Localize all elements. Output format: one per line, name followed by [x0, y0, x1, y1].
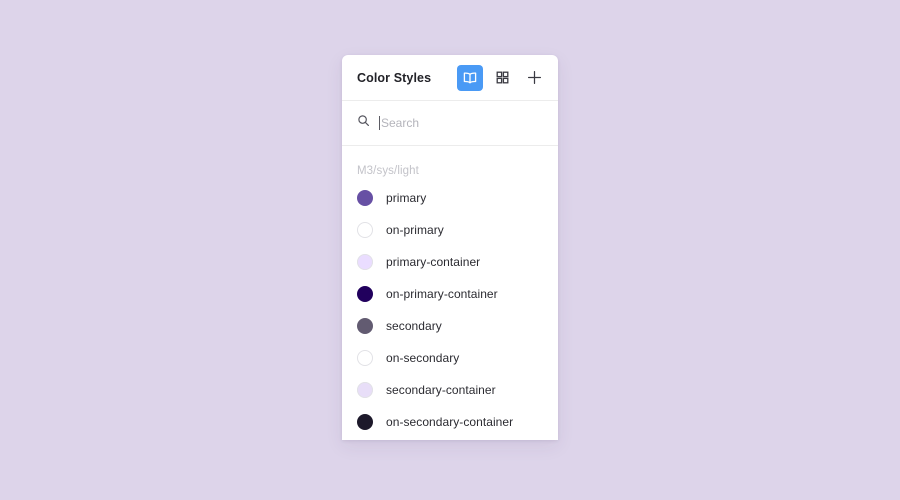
color-swatch — [357, 222, 373, 238]
color-swatch — [357, 382, 373, 398]
list-view-button[interactable] — [457, 64, 483, 91]
color-styles-panel: Color Styles Search M3/sys/light primary… — [342, 55, 558, 440]
list-item[interactable]: secondary — [342, 310, 558, 342]
list-item[interactable]: secondary-container — [342, 374, 558, 406]
list-item-label: on-primary-container — [386, 287, 498, 301]
list-item[interactable]: on-primary — [342, 214, 558, 246]
list-item-label: primary-container — [386, 255, 481, 269]
list-item[interactable]: on-secondary-container — [342, 406, 558, 438]
list-item-label: on-secondary-container — [386, 415, 514, 429]
list-item-label: primary — [386, 191, 427, 205]
page-title: Color Styles — [357, 70, 432, 85]
color-swatch — [357, 318, 373, 334]
color-swatch — [357, 254, 373, 270]
book-icon — [462, 70, 478, 86]
color-swatch — [357, 350, 373, 366]
grid-view-button[interactable] — [489, 65, 515, 91]
search-icon — [357, 114, 370, 132]
list-item-label: secondary-container — [386, 383, 496, 397]
list-item-label: on-primary — [386, 223, 444, 237]
color-swatch — [357, 190, 373, 206]
color-swatch — [357, 286, 373, 302]
add-style-button[interactable] — [521, 65, 547, 91]
list-item-label: on-secondary — [386, 351, 460, 365]
color-swatch — [357, 414, 373, 430]
style-list: M3/sys/light primary on-primary primary-… — [342, 146, 558, 438]
list-item[interactable]: primary — [342, 182, 558, 214]
search-input[interactable]: Search — [379, 114, 543, 132]
list-item[interactable]: on-primary-container — [342, 278, 558, 310]
search-placeholder: Search — [381, 116, 420, 130]
header-actions — [457, 64, 547, 91]
style-group-label: M3/sys/light — [357, 165, 419, 177]
list-item[interactable]: primary-container — [342, 246, 558, 278]
list-item-label: secondary — [386, 319, 442, 333]
grid-icon — [495, 70, 510, 85]
text-caret — [379, 116, 380, 130]
search-row[interactable]: Search — [342, 101, 558, 146]
screen: Color Styles Search M3/sys/light primary… — [0, 0, 900, 500]
list-item[interactable]: on-secondary — [342, 342, 558, 374]
panel-header: Color Styles — [342, 55, 558, 101]
plus-icon — [526, 69, 543, 86]
